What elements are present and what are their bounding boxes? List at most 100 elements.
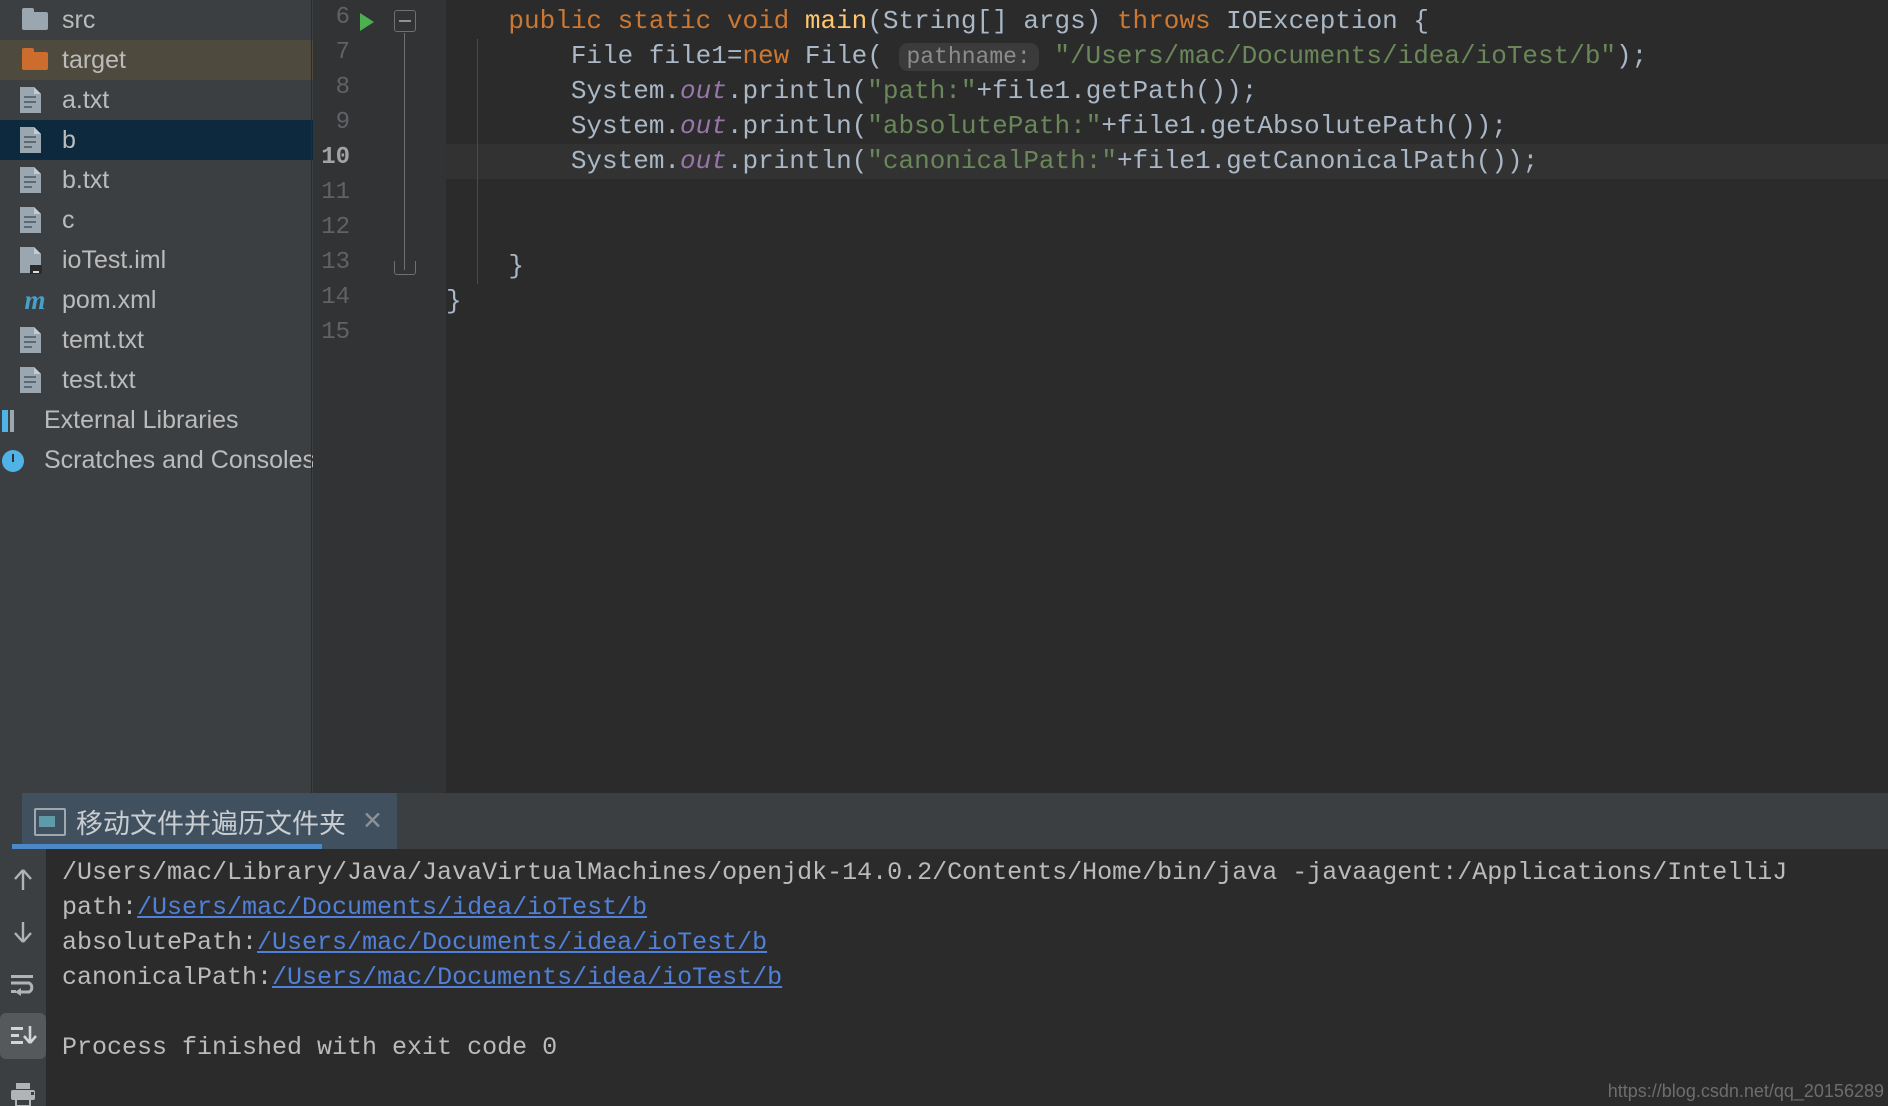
code-line: }	[446, 284, 462, 319]
code-token: System.	[446, 111, 681, 141]
tree-item-iotest-iml[interactable]: ioTest.iml	[0, 240, 313, 280]
code-token: }	[446, 286, 462, 316]
console-line: path:/Users/mac/Documents/idea/ioTest/b	[62, 890, 647, 925]
maven-icon: m	[24, 285, 46, 315]
code-line: System.out.println("absolutePath:"+file1…	[446, 109, 1507, 144]
run-tool-window: 移动文件并遍历文件夹 ✕ /Users/mac/Library/Java/Jav…	[0, 793, 1888, 1106]
ide-window: src target a.txt b b.txt c ioTest.iml m pom.xml t…	[0, 0, 1888, 1106]
run-tab-bar: 移动文件并遍历文件夹 ✕	[0, 793, 1888, 849]
tree-item-label: temt.txt	[62, 325, 144, 354]
code-token: +file1.getAbsolutePath());	[1101, 111, 1508, 141]
fold-end-icon[interactable]	[394, 261, 416, 275]
module-file-icon	[18, 245, 52, 275]
run-window-icon	[34, 808, 66, 836]
run-method-icon[interactable]	[360, 13, 374, 31]
line-number: 10	[321, 144, 350, 171]
scroll-to-end-button[interactable]	[0, 1013, 46, 1059]
line-number: 11	[321, 179, 350, 206]
code-token: File file1=	[446, 41, 743, 71]
tree-item-b-txt[interactable]: b.txt	[0, 160, 313, 200]
code-token: .println(	[726, 146, 868, 176]
scroll-down-button[interactable]	[0, 909, 46, 955]
run-tab-label: 移动文件并遍历文件夹	[76, 808, 346, 840]
text-file-icon	[18, 205, 52, 235]
console-line: canonicalPath:/Users/mac/Documents/idea/…	[62, 960, 782, 995]
code-token: out	[680, 76, 727, 106]
project-tree-panel[interactable]: src target a.txt b b.txt c ioTest.iml m pom.xml t…	[0, 0, 313, 793]
console-output[interactable]: /Users/mac/Library/Java/JavaVirtualMachi…	[46, 849, 1888, 1106]
print-button[interactable]	[0, 1071, 46, 1106]
editor-code-area[interactable]: public static void main(String[] args) t…	[446, 0, 1888, 793]
line-number: 14	[321, 284, 350, 311]
code-token: File(	[804, 41, 899, 71]
tree-item-pom-xml[interactable]: m pom.xml	[0, 280, 313, 320]
text-file-icon	[18, 325, 52, 355]
tree-item-label: c	[62, 205, 75, 234]
tree-item-label: External Libraries	[44, 405, 239, 434]
text-file-icon	[18, 365, 52, 395]
editor-gutter[interactable]: 6 7 8 9 10 11 12 13 14 15	[313, 0, 446, 793]
text-file-icon	[18, 165, 52, 195]
code-token: public static void	[508, 6, 805, 36]
tree-item-test-txt[interactable]: test.txt	[0, 360, 313, 400]
line-number: 9	[335, 109, 350, 136]
tree-item-external-libraries[interactable]: External Libraries	[0, 400, 313, 440]
line-number: 6	[335, 4, 350, 31]
line-number: 15	[321, 319, 350, 346]
tree-item-c[interactable]: c	[0, 200, 313, 240]
tree-item-target[interactable]: target	[0, 40, 313, 80]
text-file-icon	[18, 85, 52, 115]
code-token: );	[1616, 41, 1648, 71]
code-token: "path:"	[867, 76, 977, 106]
tree-item-label: test.txt	[62, 365, 136, 394]
console-text: /Users/mac/Library/Java/JavaVirtualMachi…	[62, 858, 1788, 887]
tree-item-b[interactable]: b	[0, 120, 313, 160]
tree-item-label: ioTest.iml	[62, 245, 167, 274]
fold-region-line	[404, 33, 405, 270]
text-file-icon	[18, 125, 52, 155]
soft-wrap-button[interactable]	[0, 961, 46, 1007]
line-number: 8	[335, 74, 350, 101]
line-number: 7	[335, 39, 350, 66]
console-file-link[interactable]: /Users/mac/Documents/idea/ioTest/b	[272, 963, 782, 992]
code-token: IOException {	[1226, 6, 1429, 36]
parameter-hint: pathname:	[898, 43, 1039, 71]
code-editor[interactable]: 6 7 8 9 10 11 12 13 14 15 public static void main…	[313, 0, 1888, 793]
code-token: main	[804, 6, 868, 36]
console-line: absolutePath:/Users/mac/Documents/idea/i…	[62, 925, 767, 960]
tree-item-label: pom.xml	[62, 285, 157, 314]
code-token: +file1.getCanonicalPath());	[1116, 146, 1539, 176]
code-line: System.out.println("path:"+file1.getPath…	[446, 74, 1258, 109]
fold-collapse-icon[interactable]	[394, 10, 416, 32]
tree-item-label: src	[62, 5, 96, 34]
code-line: System.out.println("canonicalPath:"+file…	[446, 144, 1538, 179]
code-line: File file1=new File( pathname: "/Users/m…	[446, 39, 1647, 74]
code-token: new	[742, 41, 805, 71]
tree-item-temt-txt[interactable]: temt.txt	[0, 320, 313, 360]
code-token: (String[] args)	[867, 6, 1117, 36]
console-text: absolutePath:	[62, 928, 258, 957]
scratch-icon	[0, 445, 34, 475]
code-token: "absolutePath:"	[867, 111, 1102, 141]
console-file-link[interactable]: /Users/mac/Documents/idea/ioTest/b	[137, 893, 647, 922]
folder-icon	[18, 5, 52, 35]
code-token: +file1.getPath());	[976, 76, 1258, 106]
console-text: Process finished with exit code 0	[62, 1033, 558, 1062]
code-token: System.	[446, 146, 681, 176]
console-text: canonicalPath:	[62, 963, 273, 992]
run-configuration-tab[interactable]: 移动文件并遍历文件夹 ✕	[22, 793, 397, 849]
console-toolbar[interactable]	[0, 849, 46, 1106]
folder-orange-icon	[18, 45, 52, 75]
tree-item-label: target	[62, 45, 126, 74]
scroll-up-button[interactable]	[0, 857, 46, 903]
tree-item-src[interactable]: src	[0, 0, 313, 40]
close-icon[interactable]: ✕	[362, 808, 383, 834]
tree-item-a-txt[interactable]: a.txt	[0, 80, 313, 120]
code-line: public static void main(String[] args) t…	[446, 4, 1429, 39]
console-file-link[interactable]: /Users/mac/Documents/idea/ioTest/b	[257, 928, 767, 957]
tree-item-label: b.txt	[62, 165, 110, 194]
tree-item-label: Scratches and Consoles	[44, 445, 313, 474]
code-token: out	[680, 111, 727, 141]
tree-item-scratches-and-consoles[interactable]: Scratches and Consoles	[0, 440, 313, 480]
